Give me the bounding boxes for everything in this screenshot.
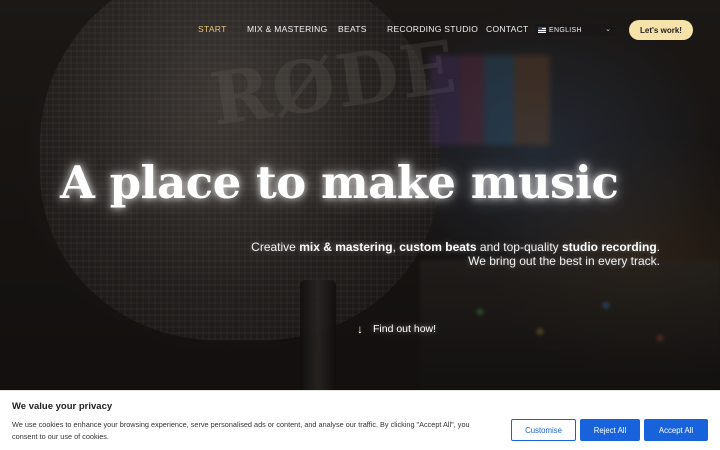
language-selector[interactable]: ENGLISH ⌄ (535, 24, 615, 36)
language-label: ENGLISH (549, 26, 582, 34)
arrow-down-icon: ↓ (357, 322, 363, 336)
cookie-consent-banner: We value your privacy We use cookies to … (0, 390, 720, 450)
chevron-down-icon: ⌄ (605, 26, 611, 33)
lets-work-button[interactable]: Let's work! (629, 20, 693, 40)
subline-highlight-mix-mastering: mix & mastering (299, 240, 393, 254)
nav-item-start[interactable]: START (198, 24, 227, 34)
hero-overlay (0, 0, 720, 450)
nav-item-beats[interactable]: BEATS (338, 24, 367, 34)
hero-subline-line2: We bring out the best in every track. (468, 254, 660, 268)
reject-all-button[interactable]: Reject All (580, 419, 640, 441)
nav-item-contact[interactable]: CONTACT (486, 24, 529, 34)
accept-all-button[interactable]: Accept All (644, 419, 708, 441)
subline-text: Creative (251, 240, 300, 254)
find-out-how-label: Find out how! (373, 323, 437, 335)
hero-subline-line1: Creative mix & mastering, custom beats a… (251, 240, 660, 254)
main-navigation: START MIX & MASTERING BEATS RECORDING ST… (0, 18, 720, 42)
hero-subline: Creative mix & mastering, custom beats a… (251, 240, 660, 268)
find-out-how-link[interactable]: ↓ Find out how! (357, 322, 436, 336)
cookie-banner-title: We value your privacy (12, 401, 113, 412)
customise-button[interactable]: Customise (511, 419, 576, 441)
nav-item-recording-studio[interactable]: RECORDING STUDIO (387, 24, 478, 34)
cookie-banner-text: We use cookies to enhance your browsing … (12, 420, 470, 441)
hero-headline: A place to make music (60, 156, 619, 209)
subline-text: . (656, 240, 660, 254)
subline-highlight-custom-beats: custom beats (399, 240, 477, 254)
nav-item-mix-mastering[interactable]: MIX & MASTERING (247, 24, 328, 34)
subline-highlight-studio-recording: studio recording (561, 240, 657, 254)
hero-background: RØDE (0, 0, 720, 450)
subline-text: and top-quality (476, 240, 562, 254)
us-flag-icon (538, 27, 546, 33)
